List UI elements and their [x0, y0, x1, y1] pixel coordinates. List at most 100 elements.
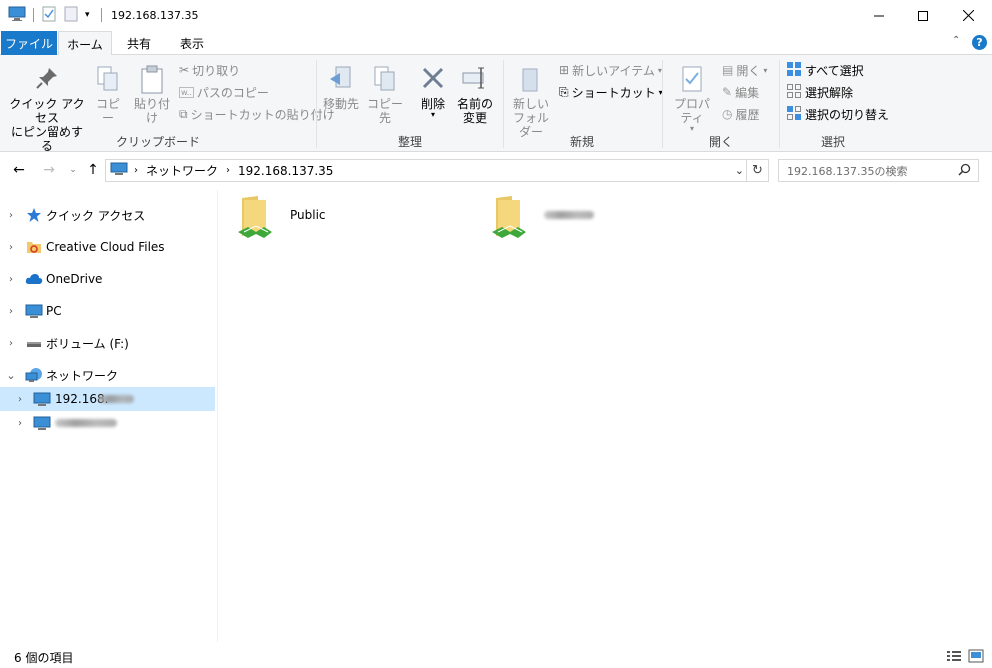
arrow-right-icon: → — [43, 162, 55, 178]
computer-icon — [110, 162, 128, 179]
history-label: 履歴 — [735, 107, 760, 122]
sidebar-item-label: ネットワーク — [46, 368, 119, 383]
new-folder-label-1: 新しい — [512, 97, 549, 111]
paste-button[interactable]: 貼り付け — [130, 65, 174, 125]
help-icon[interactable]: ? — [972, 35, 987, 50]
status-bar: 6 個の項目 — [0, 644, 992, 668]
maximize-button[interactable] — [900, 0, 946, 31]
copy-to-label: コピー先 — [366, 97, 403, 125]
tab-share[interactable]: 共有 — [115, 31, 163, 55]
copy-path-button[interactable]: w.. パスのコピー — [179, 83, 269, 101]
chevron-right-icon[interactable]: › — [6, 210, 16, 221]
close-button[interactable] — [945, 0, 991, 31]
sidebar-item-label: ボリューム (F:) — [46, 336, 129, 351]
chevron-down-icon[interactable]: ⌄ — [6, 369, 16, 382]
sidebar-item-quick-access[interactable]: › クイック アクセス — [0, 203, 215, 227]
minimize-button[interactable] — [856, 0, 902, 31]
separator — [33, 8, 34, 22]
sidebar-item-pc[interactable]: › PC — [0, 299, 215, 323]
chevron-right-icon[interactable]: › — [6, 274, 16, 285]
chevron-right-icon[interactable]: › — [6, 338, 16, 349]
sidebar-item-host-redacted[interactable]: › — [0, 411, 215, 435]
select-none-button[interactable]: 選択解除 — [786, 83, 853, 101]
address-bar[interactable]: › ネットワーク › 192.168.137.35 ⌄ — [105, 159, 747, 182]
redacted-text — [98, 395, 134, 403]
pin-to-quick-access-button[interactable]: クイック アクセス にピン留めする — [6, 65, 88, 153]
cut-button[interactable]: ✂ 切り取り — [179, 61, 240, 79]
properties-button[interactable]: プロパティ ▾ — [668, 65, 716, 133]
computer-icon — [8, 6, 26, 25]
chevron-down-icon: ▾ — [763, 65, 768, 75]
shared-folder-public[interactable]: Public — [236, 194, 356, 244]
chevron-down-icon: ▾ — [689, 124, 694, 133]
rename-label-2: 変更 — [462, 111, 487, 125]
sidebar-item-volume-f[interactable]: › ボリューム (F:) — [0, 331, 215, 355]
chevron-right-icon[interactable]: › — [6, 306, 16, 317]
new-folder-icon[interactable] — [64, 6, 78, 25]
edit-button[interactable]: ✎ 編集 — [722, 83, 759, 101]
pin-icon — [6, 65, 88, 97]
recent-locations-button[interactable]: ⌄ — [64, 161, 82, 179]
copy-to-button[interactable]: コピー先 — [363, 65, 407, 125]
sidebar-item-onedrive[interactable]: › OneDrive — [0, 267, 215, 291]
breadcrumb-host[interactable]: 192.168.137.35 — [238, 164, 333, 178]
tab-file[interactable]: ファイル — [1, 31, 57, 55]
customize-toolbar-icon[interactable]: ▾ — [85, 10, 90, 20]
collapse-ribbon-icon[interactable]: ⌃ — [952, 35, 960, 46]
edit-label: 編集 — [735, 85, 760, 100]
delete-icon — [417, 65, 449, 97]
move-to-button[interactable]: 移動先 — [322, 65, 360, 111]
invert-selection-icon — [786, 105, 802, 124]
large-icons-view-icon[interactable] — [968, 649, 984, 666]
cut-label: 切り取り — [192, 63, 241, 78]
window-title: 192.168.137.35 — [111, 9, 199, 22]
shared-folder-icon — [490, 194, 530, 247]
search-input[interactable]: 192.168.137.35の検索 — [778, 159, 979, 182]
chevron-right-icon[interactable]: › — [6, 242, 16, 253]
select-all-icon — [786, 61, 802, 80]
tab-view[interactable]: 表示 — [168, 31, 216, 55]
properties-icon[interactable] — [42, 6, 56, 25]
address-dropdown-icon[interactable]: ⌄ — [735, 164, 744, 177]
new-folder-button[interactable]: 新しい フォルダー — [508, 65, 554, 139]
breadcrumb-network[interactable]: ネットワーク — [146, 162, 218, 179]
search-placeholder: 192.168.137.35の検索 — [787, 164, 908, 178]
pin-label-1: クイック アクセス — [9, 97, 85, 125]
select-none-label: 選択解除 — [805, 85, 854, 100]
details-view-icon[interactable] — [946, 649, 962, 666]
separator — [101, 8, 102, 22]
up-button[interactable]: ↑ — [84, 161, 102, 179]
edit-icon: ✎ — [722, 85, 733, 99]
sidebar-item-network[interactable]: ⌄ ネットワーク — [0, 363, 215, 387]
chevron-right-icon[interactable]: › — [15, 418, 25, 429]
tab-home[interactable]: ホーム — [58, 31, 112, 56]
shared-folder-redacted[interactable] — [490, 194, 610, 244]
chevron-right-icon[interactable]: › — [15, 394, 25, 405]
refresh-button[interactable]: ↻ — [747, 159, 769, 182]
shared-folder-icon — [236, 194, 276, 247]
shortcut-icon: ⎘ — [559, 84, 569, 99]
copy-to-icon — [363, 65, 407, 97]
rename-button[interactable]: 名前の 変更 — [455, 65, 495, 125]
back-button[interactable]: ← — [10, 161, 28, 179]
ribbon: クイック アクセス にピン留めする コピー 貼り付け ✂ 切り取り w.. パス… — [0, 55, 992, 153]
sidebar-item-host-selected[interactable]: › 192.168. — [0, 387, 215, 411]
cloud-icon — [25, 271, 43, 287]
arrow-up-icon: ↑ — [87, 162, 99, 178]
new-item-button[interactable]: ⊞ 新しいアイテム ▾ — [559, 61, 662, 79]
easy-access-button[interactable]: ⎘ ショートカット ▾ — [559, 83, 663, 101]
paste-icon — [130, 65, 174, 97]
copy-button[interactable]: コピー — [92, 65, 124, 125]
open-button[interactable]: ▤ 開く ▾ — [722, 61, 767, 79]
select-all-button[interactable]: すべて選択 — [786, 61, 864, 79]
move-to-label: 移動先 — [322, 97, 359, 111]
breadcrumb-separator: › — [226, 165, 231, 176]
sidebar-item-creative-cloud[interactable]: › Creative Cloud Files — [0, 235, 215, 259]
history-button[interactable]: ◷ 履歴 — [722, 105, 760, 123]
pane-divider[interactable] — [217, 190, 218, 642]
forward-button[interactable]: → — [40, 161, 58, 179]
delete-button[interactable]: 削除 ▾ — [417, 65, 449, 119]
invert-selection-button[interactable]: 選択の切り替え — [786, 105, 889, 123]
clipboard-group-label: クリップボード — [115, 135, 200, 149]
paste-shortcut-button[interactable]: ⧉ ショートカットの貼り付け — [179, 105, 335, 123]
